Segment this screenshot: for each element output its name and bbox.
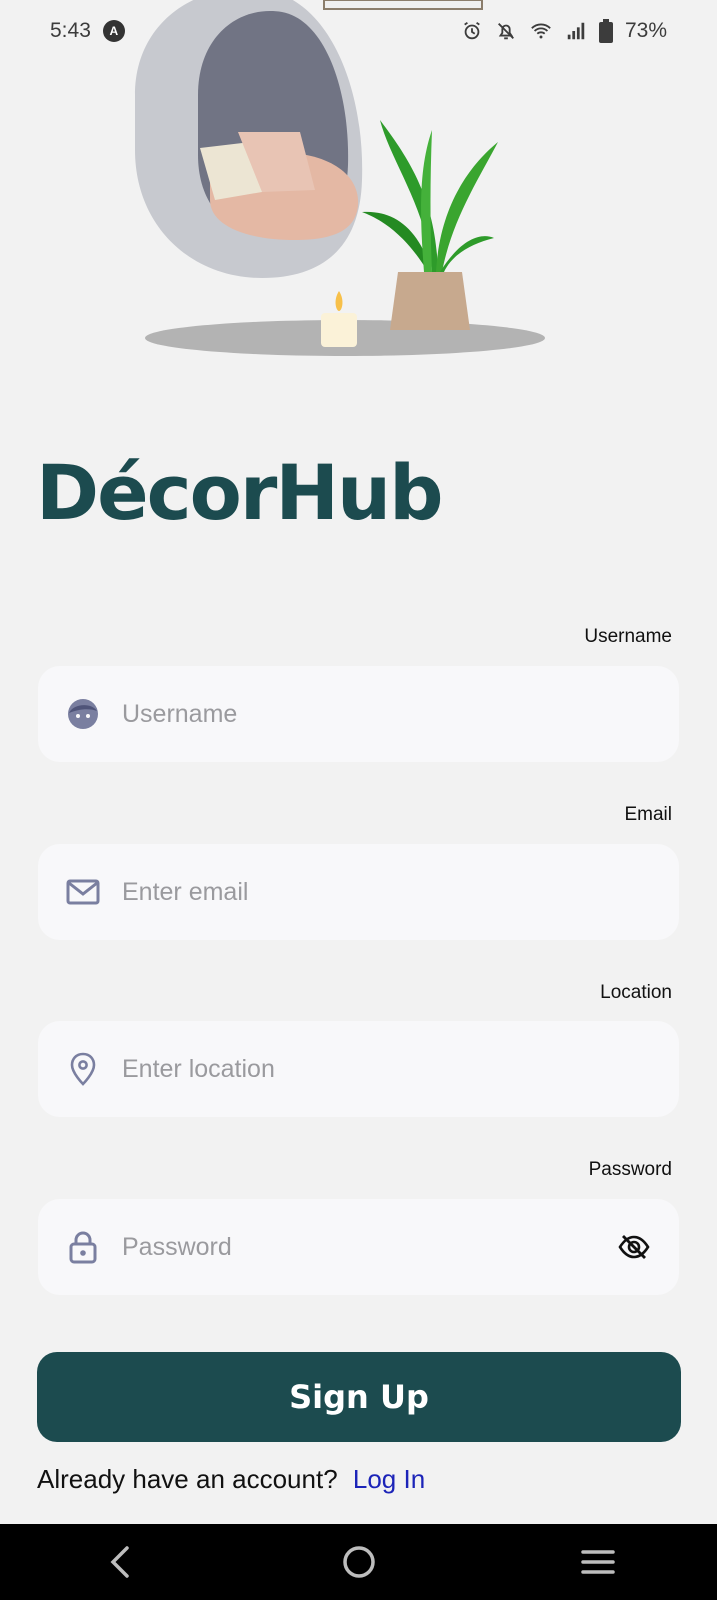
notifications-off-icon bbox=[497, 23, 514, 40]
eye-off-icon[interactable] bbox=[617, 1230, 651, 1264]
location-label: Location bbox=[600, 982, 672, 1003]
nav-recents-button[interactable] bbox=[558, 1532, 638, 1592]
potted-plant-illustration bbox=[362, 120, 498, 330]
signal-icon bbox=[567, 22, 585, 40]
nav-home-button[interactable] bbox=[319, 1532, 399, 1592]
status-left: 5:43 A bbox=[50, 19, 125, 43]
battery-percentage: 73% bbox=[624, 19, 667, 42]
email-input[interactable] bbox=[120, 861, 679, 923]
brand-title: DécorHub bbox=[36, 448, 443, 537]
home-icon bbox=[342, 1546, 375, 1578]
password-label: Password bbox=[588, 1159, 672, 1180]
email-field-container[interactable] bbox=[38, 844, 679, 940]
username-field-container[interactable] bbox=[38, 666, 679, 762]
password-input[interactable] bbox=[120, 1216, 679, 1278]
recent-apps-icon bbox=[580, 1550, 615, 1574]
wifi-icon bbox=[531, 23, 551, 39]
password-field-container[interactable] bbox=[38, 1199, 679, 1295]
login-prompt-text: Already have an account? bbox=[37, 1464, 338, 1494]
username-label: Username bbox=[584, 626, 672, 647]
app-notification-icon: A bbox=[102, 20, 125, 42]
status-time: 5:43 bbox=[50, 19, 91, 42]
location-input[interactable] bbox=[120, 1038, 679, 1100]
lock-icon bbox=[66, 1230, 100, 1264]
candle-illustration bbox=[321, 291, 357, 347]
back-icon bbox=[110, 1546, 129, 1578]
sign-up-button[interactable]: Sign Up bbox=[37, 1352, 681, 1442]
status-right: 73% bbox=[461, 19, 667, 43]
alarm-icon bbox=[464, 21, 480, 40]
status-bar: 5:43 A 73% bbox=[0, 0, 717, 62]
username-input[interactable] bbox=[120, 683, 679, 745]
email-label: Email bbox=[624, 804, 672, 825]
nav-back-button[interactable] bbox=[80, 1532, 160, 1592]
location-pin-icon bbox=[66, 1052, 100, 1086]
system-navigation-bar bbox=[0, 1524, 717, 1600]
log-in-link[interactable]: Log In bbox=[353, 1464, 425, 1494]
mail-icon bbox=[66, 875, 100, 909]
face-icon bbox=[66, 697, 100, 731]
battery-icon bbox=[598, 19, 613, 43]
location-field-container[interactable] bbox=[38, 1021, 679, 1117]
login-prompt-row: Already have an account? Log In bbox=[37, 1464, 425, 1495]
